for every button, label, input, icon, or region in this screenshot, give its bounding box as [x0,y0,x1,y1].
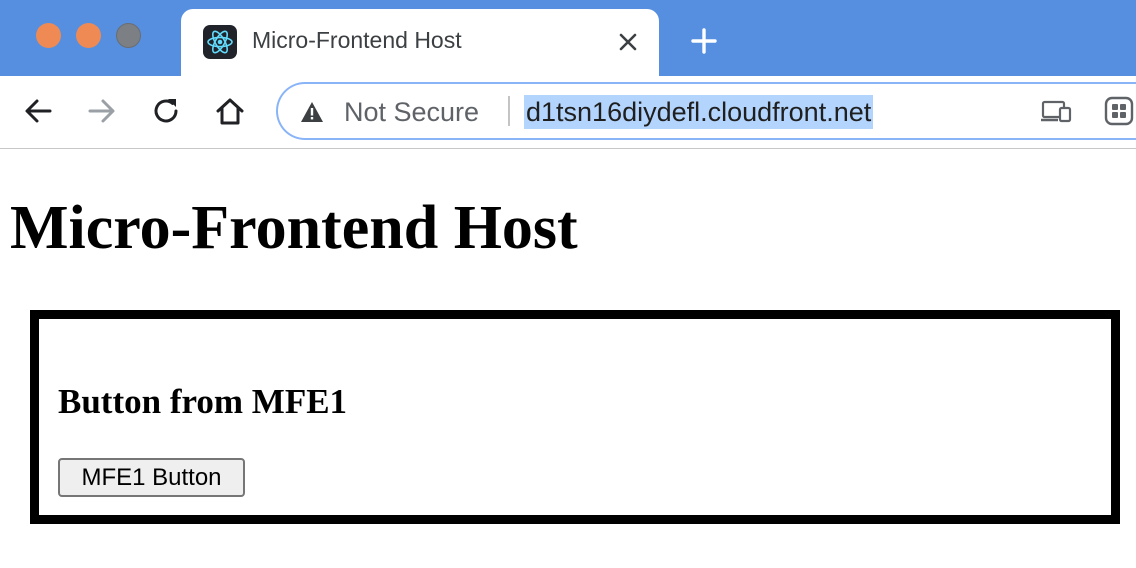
mfe1-container: Button from MFE1 MFE1 Button [30,310,1120,524]
window-minimize-button[interactable] [76,23,101,48]
new-tab-icon[interactable] [688,25,720,57]
page-title: Micro-Frontend Host [10,194,578,262]
browser-titlebar: Micro-Frontend Host [0,0,1136,76]
mfe1-button[interactable]: MFE1 Button [58,458,245,497]
react-icon [203,25,237,59]
security-status-label[interactable]: Not Secure [344,97,479,128]
tab-title: Micro-Frontend Host [252,27,462,53]
window-maximize-button[interactable] [116,23,141,48]
browser-tab[interactable]: Micro-Frontend Host [181,9,659,76]
install-app-icon[interactable] [1040,98,1072,126]
window-close-button[interactable] [36,23,61,48]
mfe1-heading: Button from MFE1 [58,382,348,421]
warning-icon[interactable] [300,101,324,123]
address-bar[interactable]: Not Secure d1tsn16diydefl.cloudfront.net [276,82,1136,140]
back-arrow-icon[interactable] [21,94,55,128]
address-bar-divider [508,96,510,126]
tab-close-icon[interactable] [615,29,641,55]
browser-toolbar: Not Secure d1tsn16diydefl.cloudfront.net [0,76,1136,149]
forward-arrow-icon[interactable] [85,94,119,128]
reload-icon[interactable] [149,94,183,128]
home-icon[interactable] [213,94,247,128]
url-text[interactable]: d1tsn16diydefl.cloudfront.net [524,95,874,129]
extensions-icon[interactable] [1104,96,1134,126]
